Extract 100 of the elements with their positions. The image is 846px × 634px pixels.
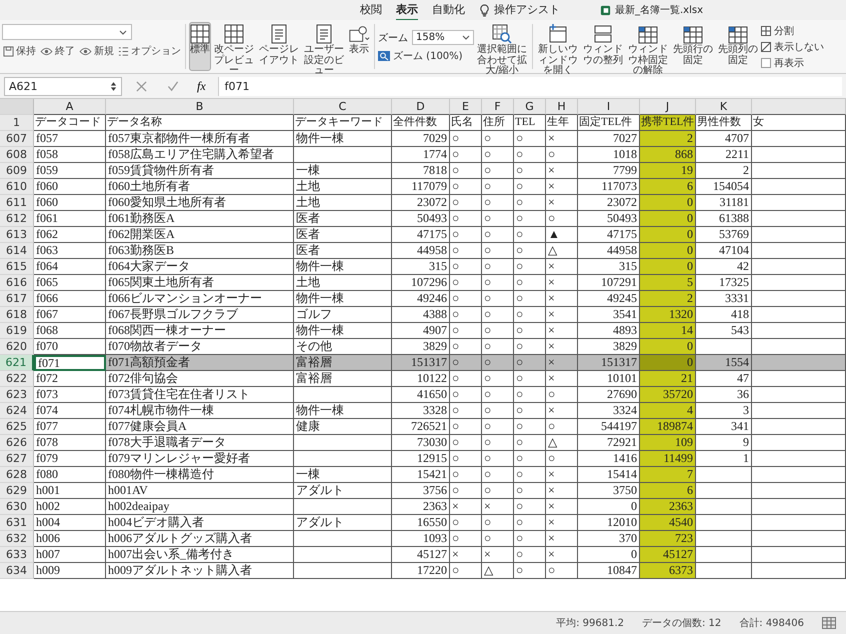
row-number[interactable]: 632 [0, 531, 34, 547]
cancel-icon[interactable] [136, 80, 147, 92]
row-number[interactable]: 1 [0, 115, 34, 131]
row-number[interactable]: 619 [0, 323, 34, 339]
eye-icon [40, 46, 53, 56]
window-option[interactable]: 分割 [761, 24, 824, 38]
row-number[interactable]: 620 [0, 339, 34, 355]
view-button[interactable]: 表示 [347, 22, 371, 71]
table-cell: ○ [482, 147, 514, 163]
row-number[interactable]: 627 [0, 451, 34, 467]
sheet-view-button[interactable]: 終了 [39, 44, 76, 58]
sheet-view-dropdown[interactable] [2, 24, 132, 40]
sheet-view-button[interactable]: オプション [117, 44, 182, 58]
table-cell: f073賃貸住宅在住者リスト [106, 387, 294, 403]
table-cell: ○ [450, 355, 482, 371]
window-option[interactable]: 再表示 [761, 56, 824, 70]
row-number[interactable]: 607 [0, 131, 34, 147]
column-letter[interactable] [752, 99, 846, 115]
view-button[interactable]: 改ページプレビュー [212, 22, 256, 71]
table-cell: f060 [34, 195, 106, 211]
table-cell: ○ [514, 147, 546, 163]
formula-field[interactable]: f071 [218, 76, 842, 96]
row-number[interactable]: 634 [0, 563, 34, 579]
column-letter[interactable]: K [696, 99, 752, 115]
table-cell: f060土地所有者 [106, 179, 294, 195]
window-button[interactable]: 先頭行の固定 [671, 22, 715, 71]
view-button[interactable]: ユーザー設定のビュー [302, 22, 346, 71]
insert-function-button[interactable]: fx [193, 78, 210, 94]
freeze-icon [728, 24, 748, 44]
table-cell: f077健康会員A [106, 419, 294, 435]
row-number[interactable]: 616 [0, 275, 34, 291]
row-number[interactable]: 625 [0, 419, 34, 435]
table-cell: ○ [514, 451, 546, 467]
column-letter[interactable]: F [482, 99, 514, 115]
table-cell: f079マリンレジャー愛好者 [106, 451, 294, 467]
sheet-view-button[interactable]: 保持 [2, 44, 37, 58]
column-letter[interactable]: D [392, 99, 450, 115]
row-number[interactable]: 630 [0, 499, 34, 515]
table-cell: h007 [34, 547, 106, 563]
table-cell: ○ [450, 131, 482, 147]
row-number[interactable]: 612 [0, 211, 34, 227]
table-cell: × [546, 403, 578, 419]
column-letter[interactable]: B [106, 99, 294, 115]
view-button[interactable]: ページレイアウト [257, 22, 301, 71]
column-letter[interactable]: H [546, 99, 578, 115]
column-letter[interactable]: J [640, 99, 696, 115]
column-letter[interactable]: C [294, 99, 392, 115]
row-number[interactable]: 629 [0, 483, 34, 499]
table-cell: ○ [514, 387, 546, 403]
table-cell: 0 [640, 195, 696, 211]
row-number[interactable]: 623 [0, 387, 34, 403]
row-number[interactable]: 610 [0, 179, 34, 195]
table-cell: ○ [482, 195, 514, 211]
table-cell: × [450, 547, 482, 563]
row-number[interactable]: 621 [0, 355, 34, 371]
column-letter[interactable]: I [578, 99, 640, 115]
window-button[interactable]: ウィンドウの整列 [581, 22, 625, 71]
row-number[interactable]: 631 [0, 515, 34, 531]
table-cell: 3 [696, 403, 752, 419]
row-number[interactable]: 618 [0, 307, 34, 323]
sheet-view-button[interactable]: 新規 [78, 44, 115, 58]
window-option[interactable]: 表示しない [761, 40, 824, 54]
check-icon[interactable] [167, 80, 179, 92]
table-cell: ○ [482, 467, 514, 483]
row-number[interactable]: 608 [0, 147, 34, 163]
name-box[interactable]: A621 [4, 76, 122, 96]
ribbon-tab[interactable]: 校閲 [360, 0, 382, 20]
row-number[interactable]: 622 [0, 371, 34, 387]
table-cell: f061勤務医A [106, 211, 294, 227]
normal-view-icon[interactable] [822, 617, 836, 629]
table-cell: f074 [34, 403, 106, 419]
row-number[interactable]: 633 [0, 547, 34, 563]
table-cell: f062開業医A [106, 227, 294, 243]
table-cell: f064大家データ [106, 259, 294, 275]
table-cell: × [546, 355, 578, 371]
row-number[interactable]: 613 [0, 227, 34, 243]
row-number[interactable]: 609 [0, 163, 34, 179]
ribbon-tab[interactable]: 自動化 [432, 0, 465, 20]
row-number[interactable]: 628 [0, 467, 34, 483]
column-header: データコード [34, 115, 106, 131]
column-letter[interactable]: G [514, 99, 546, 115]
column-letter[interactable]: A [34, 99, 106, 115]
view-button[interactable]: 標準 [189, 22, 211, 71]
row-number[interactable]: 611 [0, 195, 34, 211]
column-letter[interactable]: E [450, 99, 482, 115]
row-number[interactable]: 614 [0, 243, 34, 259]
row-number[interactable]: 617 [0, 291, 34, 307]
table-cell: f057東京都物件一棟所有者 [106, 131, 294, 147]
window-button[interactable]: 先頭列の固定 [716, 22, 760, 71]
hide-icon [761, 42, 771, 52]
table-cell [696, 467, 752, 483]
ribbon-tab[interactable]: 操作アシスト [494, 0, 560, 20]
table-cell: × [482, 499, 514, 515]
zoom-100-button[interactable]: ズーム (100%) [378, 49, 474, 63]
row-number[interactable]: 626 [0, 435, 34, 451]
zoom-dropdown[interactable]: 158% [412, 30, 474, 45]
row-number[interactable]: 615 [0, 259, 34, 275]
row-number[interactable]: 624 [0, 403, 34, 419]
select-all-corner[interactable] [0, 99, 34, 115]
table-cell: h004ビデオ購入者 [106, 515, 294, 531]
